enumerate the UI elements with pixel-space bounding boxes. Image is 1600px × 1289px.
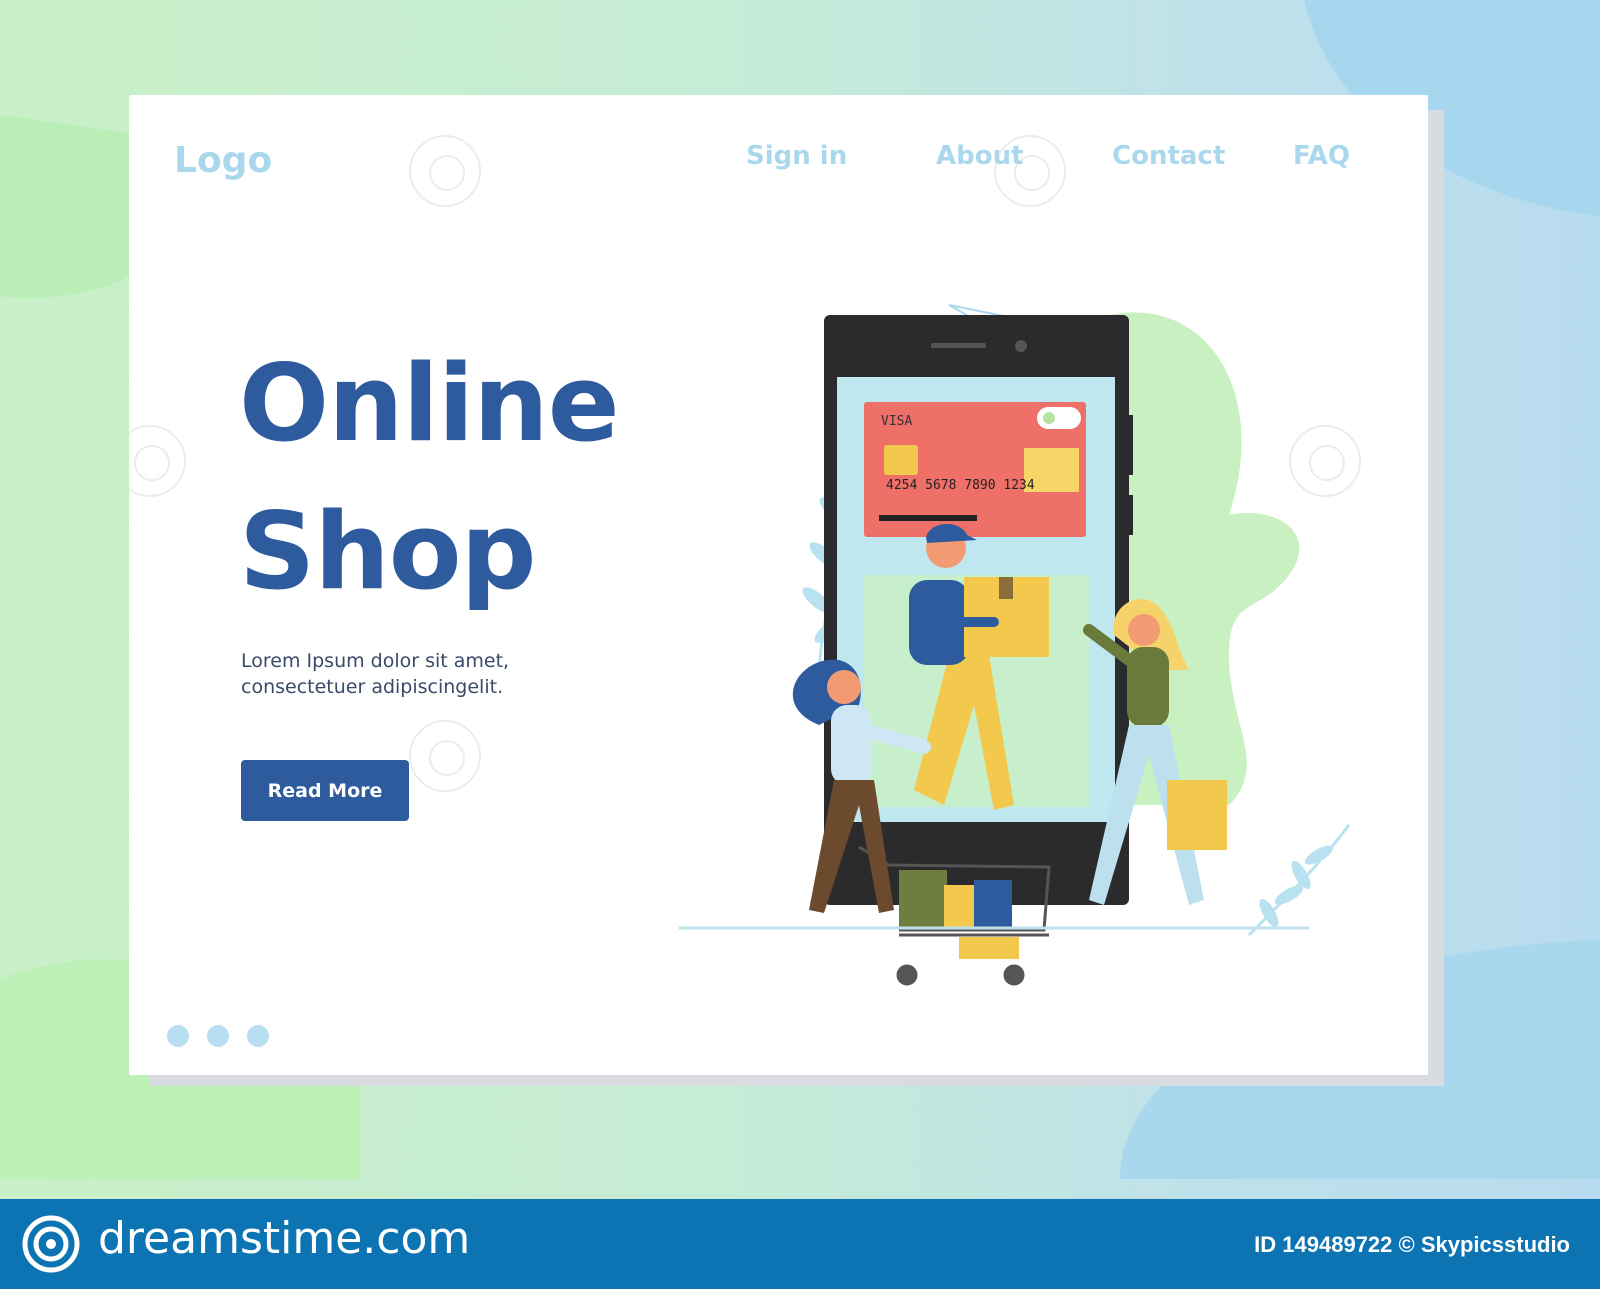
- nav-contact[interactable]: Contact: [1112, 141, 1225, 171]
- landing-page-card: Logo Sign in About Contact FAQ Online Sh…: [129, 95, 1428, 1075]
- hero-description-line: consectetuer adipiscingelit.: [241, 676, 504, 698]
- hero-description-line: Lorem Ipsum dolor sit amet,: [241, 650, 510, 672]
- footer: dreamstime.com ID 149489722 © Skypicsstu…: [0, 1199, 1600, 1289]
- card-brand: VISA: [881, 414, 912, 429]
- dreamstime-logo-icon: [22, 1215, 80, 1273]
- hero-title-line: Shop: [239, 490, 537, 613]
- hero-title-line: Online: [239, 342, 620, 465]
- credit-card-icon: VISA 4254 5678 7890 1234: [864, 402, 1086, 537]
- top-navigation: Sign in About Contact FAQ: [129, 141, 1428, 181]
- hero-description: Lorem Ipsum dolor sit amet, consectetuer…: [241, 648, 601, 700]
- watermark-icon: [409, 135, 481, 207]
- watermark-icon: [409, 720, 481, 792]
- leaf-branch-icon: [1247, 824, 1351, 937]
- footer-brand[interactable]: dreamstime.com: [98, 1213, 470, 1264]
- slider-dot[interactable]: [247, 1025, 269, 1047]
- slider-dot[interactable]: [167, 1025, 189, 1047]
- nav-sign-in[interactable]: Sign in: [746, 141, 847, 171]
- image-id-credit: ID 149489722 © Skypicsstudio: [1254, 1232, 1570, 1257]
- nav-faq[interactable]: FAQ: [1293, 141, 1350, 171]
- watermark-icon: [129, 425, 186, 497]
- shopping-bag-icon: [1167, 780, 1227, 850]
- card-number: 4254 5678 7890 1234: [886, 478, 1035, 493]
- watermark-icon: [994, 135, 1066, 207]
- slider-dots: [167, 1025, 269, 1047]
- hero-title: Online Shop: [239, 330, 620, 626]
- slider-dot[interactable]: [207, 1025, 229, 1047]
- online-shopping-illustration: VISA 4254 5678 7890 1234: [679, 304, 1351, 986]
- read-more-button[interactable]: Read More: [241, 760, 409, 821]
